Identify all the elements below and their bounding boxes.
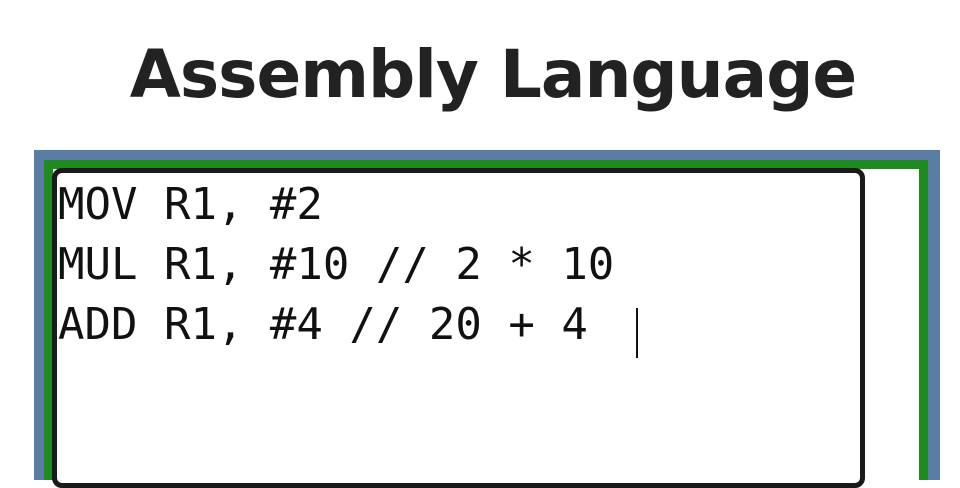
code-line: ADD R1, #4 // 20 + 4 bbox=[58, 299, 588, 350]
code-line: MUL R1, #10 // 2 * 10 bbox=[58, 239, 615, 290]
code-line: MOV R1, #2 bbox=[58, 179, 323, 230]
text-cursor bbox=[636, 308, 638, 358]
slide-title: Assembly Language bbox=[129, 36, 857, 113]
